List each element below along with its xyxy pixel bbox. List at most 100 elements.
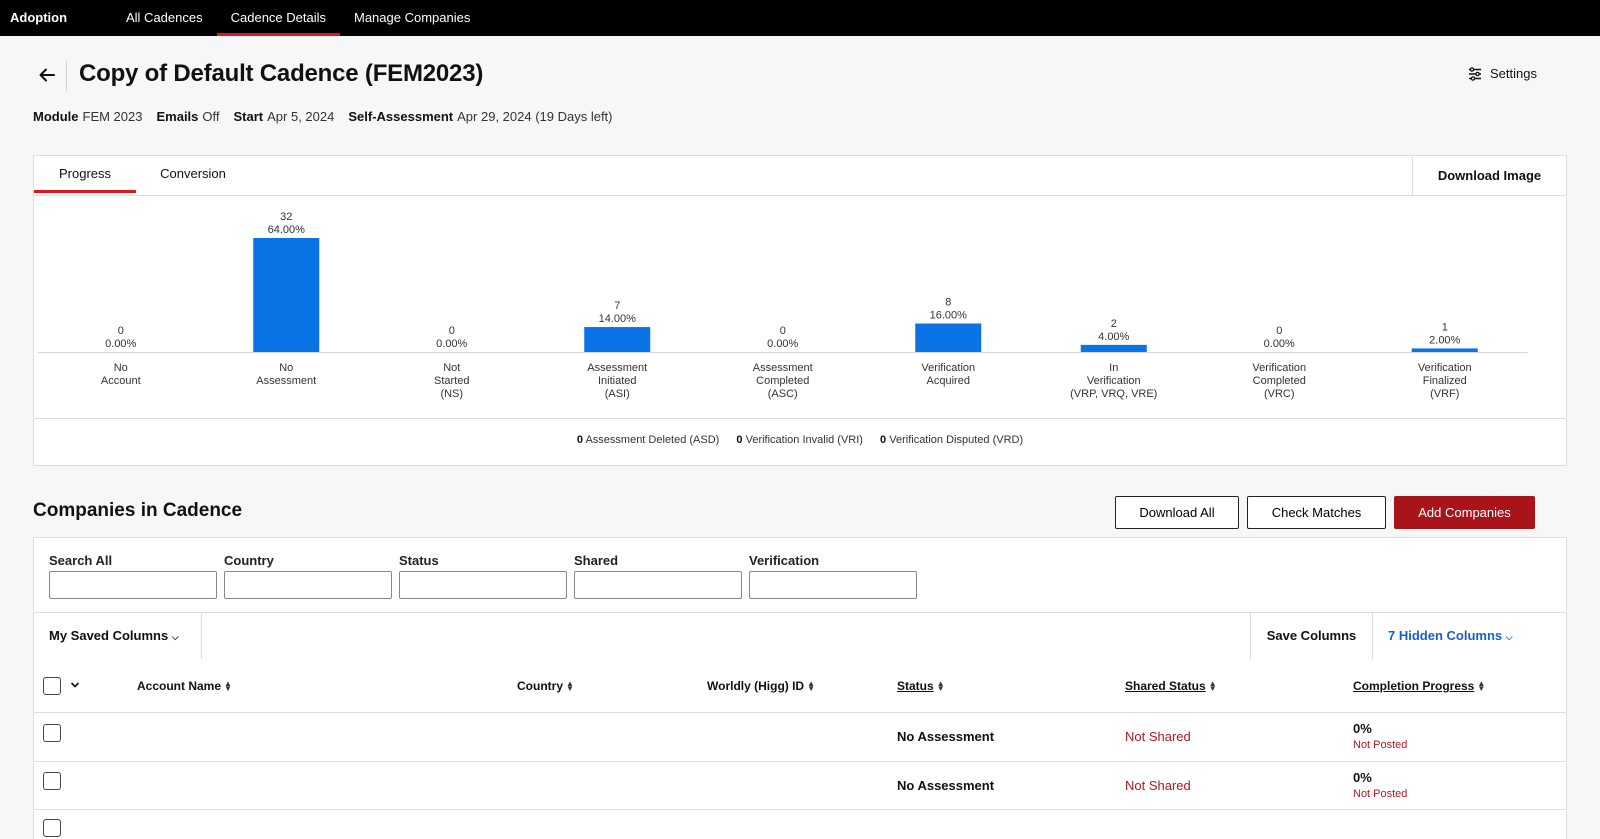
sort-icon: ▲ ▼: [566, 679, 574, 693]
bar-percent-label: 0.00%: [436, 338, 467, 350]
divider: [34, 418, 1566, 419]
status-cell: No Assessment: [897, 778, 995, 793]
sort-icon: ▲ ▼: [936, 679, 945, 693]
category-tick-label: (ASC): [768, 388, 798, 400]
divider: [34, 809, 1566, 810]
category-tick-label: (NS): [440, 388, 463, 400]
page-title: Copy of Default Cadence (FEM2023): [79, 60, 484, 87]
filter-search-all: Search All: [49, 553, 217, 599]
filter-shared: Shared: [574, 553, 742, 599]
tab-all-cadences[interactable]: All Cadences: [112, 0, 217, 36]
category-tick-label: Verification: [1252, 362, 1306, 374]
status-cell: No Assessment: [897, 729, 995, 744]
chart-bar: [584, 327, 651, 352]
bar-count-label: 2: [1111, 318, 1117, 330]
tab-conversion[interactable]: Conversion: [158, 156, 228, 193]
category-tick-label: Assessment: [753, 362, 813, 374]
meta-start: Start Apr 5, 2024: [233, 109, 335, 124]
column-worldly-id[interactable]: Worldly (Higg) ID ▲ ▼: [707, 679, 815, 693]
shared-input[interactable]: [574, 571, 742, 599]
sort-icon: ▲ ▼: [1208, 679, 1217, 693]
category-tick-label: Completed: [756, 375, 809, 387]
bar-count-label: 8: [945, 297, 951, 309]
filter-label: Verification: [749, 553, 820, 568]
column-completion-progress[interactable]: Completion Progress ▲ ▼: [1353, 679, 1485, 693]
status-input[interactable]: [399, 571, 567, 599]
category-tick-label: (VRP, VRQ, VRE): [1070, 388, 1157, 400]
chart-bar: [915, 323, 982, 352]
bar-percent-label: 4.00%: [1098, 331, 1129, 343]
meta-emails: Emails Off: [156, 109, 220, 124]
download-all-button[interactable]: Download All: [1115, 496, 1239, 529]
tab-cadence-details[interactable]: Cadence Details: [216, 0, 341, 36]
chevron-down-icon: ⌵: [1505, 632, 1513, 642]
category-tick-label: Account: [101, 375, 141, 387]
filter-label: Search All: [49, 553, 113, 568]
columns-toolbar: My Saved Columns ⌵ Save Columns 7 Hidden…: [33, 612, 1567, 660]
category-tick-label: Assessment: [587, 362, 647, 374]
save-columns-button[interactable]: Save Columns: [1250, 613, 1373, 659]
top-nav: Adoption All Cadences Cadence Details Ma…: [0, 0, 1600, 36]
add-companies-button[interactable]: Add Companies: [1394, 496, 1535, 529]
brand-logo[interactable]: Adoption: [0, 0, 112, 36]
category-tick-label: Not: [443, 362, 460, 374]
category-tick-label: Started: [434, 375, 469, 387]
category-tick-label: Acquired: [927, 375, 970, 387]
divider: [34, 761, 1566, 762]
filter-country: Country: [224, 553, 392, 599]
category-tick-label: Assessment: [256, 375, 316, 387]
chevron-down-icon[interactable]: [70, 681, 80, 689]
row-checkbox[interactable]: [43, 772, 61, 790]
category-tick-label: Verification: [1087, 375, 1141, 387]
column-country[interactable]: Country ▲ ▼: [517, 679, 574, 693]
progress-card: Progress Conversion Download Image 0 0.00…: [33, 155, 1567, 466]
bar-percent-label: 0.00%: [767, 338, 798, 350]
posted-status: Not Posted: [1353, 739, 1408, 751]
divider: [34, 712, 1566, 713]
category-tick-label: (VRC): [1264, 388, 1295, 400]
country-input[interactable]: [224, 571, 392, 599]
category-tick-label: Verification: [921, 362, 975, 374]
column-status[interactable]: Status ▲ ▼: [897, 679, 945, 693]
check-matches-button[interactable]: Check Matches: [1247, 496, 1386, 529]
chart-footer: 0 Assessment Deleted (ASD) 0 Verificatio…: [34, 434, 1566, 446]
bar-count-label: 1: [1442, 321, 1448, 333]
bar-percent-label: 2.00%: [1429, 334, 1460, 346]
companies-table: Account Name ▲ ▼ Country ▲ ▼ Worldly (Higg…: [33, 659, 1567, 839]
select-all-checkbox[interactable]: [43, 677, 61, 695]
hidden-columns-dropdown[interactable]: 7 Hidden Columns ⌵: [1388, 613, 1513, 660]
category-tick-label: No: [279, 362, 293, 374]
back-arrow-icon[interactable]: [36, 64, 58, 86]
chart-bar: [253, 238, 320, 352]
row-checkbox[interactable]: [43, 724, 61, 742]
download-image-button[interactable]: Download Image: [1412, 156, 1566, 195]
header-divider: [66, 61, 67, 91]
bar-percent-label: 64.00%: [268, 224, 306, 236]
completion-percent: 0%: [1353, 770, 1372, 785]
meta-self-assessment: Self-Assessment Apr 29, 2024 (19 Days lef…: [348, 109, 613, 124]
settings-button[interactable]: Settings: [1468, 66, 1537, 81]
companies-section-title: Companies in Cadence: [33, 500, 243, 521]
search-all-input[interactable]: [49, 571, 217, 599]
category-tick-label: In: [1109, 362, 1118, 374]
settings-label: Settings: [1490, 66, 1537, 81]
bar-count-label: 32: [280, 211, 292, 223]
column-shared-status[interactable]: Shared Status ▲ ▼: [1125, 679, 1217, 693]
filters-panel: Search All Country Status Shared Verific…: [33, 537, 1567, 613]
verification-input[interactable]: [749, 571, 917, 599]
hidden-columns-label: 7 Hidden Columns: [1388, 628, 1503, 643]
category-tick-label: Finalized: [1423, 375, 1467, 387]
category-tick-label: Verification: [1418, 362, 1472, 374]
posted-status: Not Posted: [1353, 788, 1408, 800]
tab-progress[interactable]: Progress: [34, 156, 136, 193]
column-account-name[interactable]: Account Name ▲ ▼: [137, 679, 232, 693]
bar-percent-label: 0.00%: [105, 338, 136, 350]
footer-asd: 0 Assessment Deleted (ASD): [576, 434, 720, 446]
sort-icon: ▲ ▼: [224, 679, 232, 693]
filter-verification: Verification: [749, 553, 917, 599]
row-checkbox[interactable]: [43, 819, 61, 837]
bar-percent-label: 16.00%: [930, 310, 968, 322]
tab-manage-companies[interactable]: Manage Companies: [340, 0, 484, 36]
chart-bar: [1411, 348, 1478, 352]
my-saved-columns-dropdown[interactable]: My Saved Columns ⌵: [34, 613, 202, 659]
